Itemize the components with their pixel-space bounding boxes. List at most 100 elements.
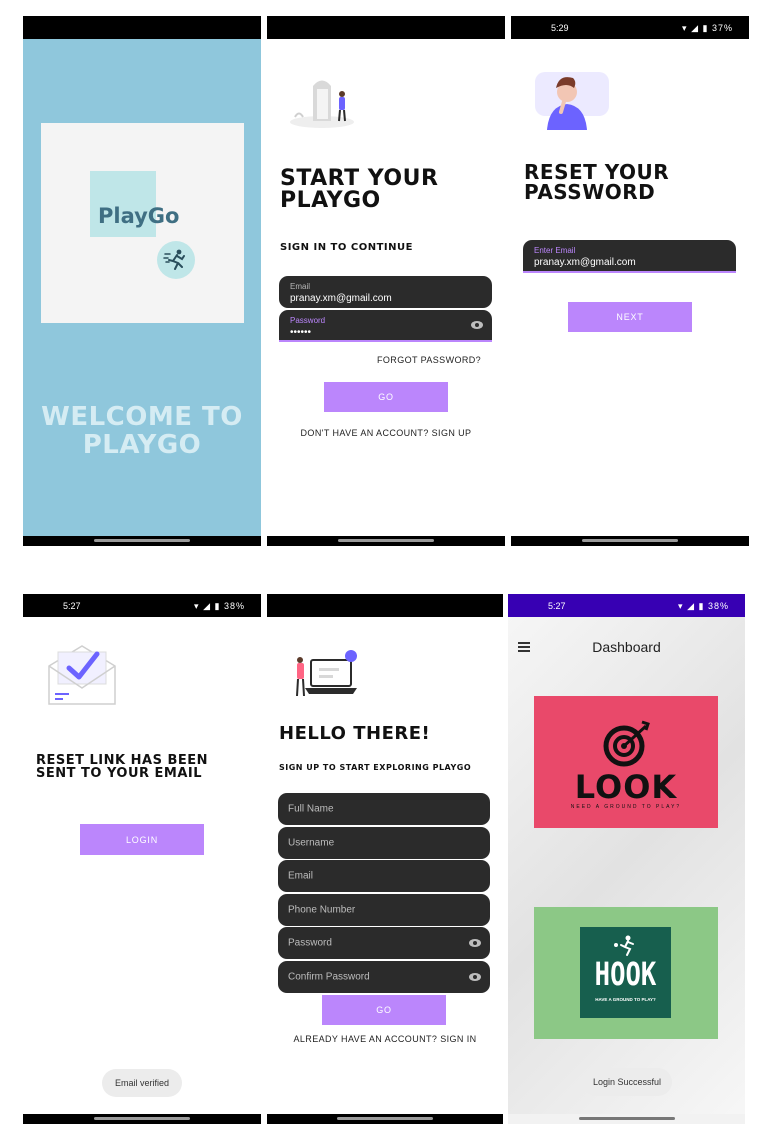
reset-email-field[interactable]: Enter Email pranay.xm@gmail.com [523,240,736,273]
home-indicator[interactable] [578,1117,675,1120]
reset-title-line-1: RESET YOUR [524,160,670,184]
confirm-password-placeholder: Confirm Password [288,971,370,983]
battery-icon: ▮ [698,601,705,611]
eye-icon[interactable] [469,973,481,981]
logo-text: PlayGo [98,204,180,228]
signin-subtitle: SIGN IN TO CONTINUE [280,242,413,253]
signin-screen: START YOUR PLAYGO SIGN IN TO CONTINUE Em… [267,16,505,546]
nav-bar [511,536,749,546]
person-thinking-illustration [529,68,611,130]
status-bar: 5:27 ▾ ◢ ▮ 38% [23,594,261,617]
status-icons: ▾ ◢ ▮ 37% [682,23,733,34]
signin-title: START YOUR PLAYGO [280,168,438,212]
battery-icon: ▮ [214,601,221,611]
password-field-label: Password [290,316,326,325]
signin-link[interactable]: ALREADY HAVE AN ACCOUNT? SIGN IN [267,1034,503,1044]
laptop-illustration [289,648,363,700]
battery-level: 38% [707,601,729,611]
signin-title-line-2: PLAYGO [280,188,381,213]
status-time: 5:29 [551,23,569,33]
wifi-icon: ▾ [678,601,684,611]
reset-email-label: Enter Email [534,246,576,255]
full-name-field[interactable]: Full Name [278,793,490,825]
welcome-title: WELCOME TO PLAYGO [23,404,261,458]
signup-link[interactable]: DON'T HAVE AN ACCOUNT? SIGN UP [267,428,505,438]
door-illustration [287,72,367,130]
home-indicator[interactable] [338,539,434,542]
status-time: 5:27 [548,601,566,611]
status-bar [267,16,505,39]
confirm-password-field[interactable]: Confirm Password [278,961,490,993]
signal-icon: ◢ [203,601,211,611]
go-button[interactable]: GO [324,382,448,412]
nav-bar [267,1114,503,1124]
battery-level: 38% [223,601,245,611]
email-field-value: pranay.xm@gmail.com [290,293,392,304]
home-indicator[interactable] [94,539,190,542]
full-name-placeholder: Full Name [288,803,334,815]
status-bar [23,16,261,39]
signup-screen: HELLO THERE! SIGN UP TO START EXPLORING … [267,594,503,1124]
look-name: LOOK [574,768,678,806]
reset-email-value: pranay.xm@gmail.com [534,257,636,268]
status-icons: ▾ ◢ ▮ 38% [194,601,245,612]
login-button[interactable]: LOGIN [80,824,204,855]
look-card[interactable]: LOOK NEED A GROUND TO PLAY? [534,696,718,828]
hook-logo: HOOK HAVE A GROUND TO PLAY? [580,927,671,1018]
splash-screen: PlayGo WELCOME TO PLAYGO [23,16,261,546]
hook-name: HOOK [594,955,657,993]
status-time: 5:27 [63,601,81,611]
reset-sent-screen: 5:27 ▾ ◢ ▮ 38% RESET LINK HAS BEEN SENT … [23,594,261,1124]
password-field[interactable]: Password •••••• [279,310,492,342]
go-button[interactable]: GO [322,995,446,1025]
next-button[interactable]: NEXT [568,302,692,332]
reset-title: RESET YOUR PASSWORD [524,162,669,202]
nav-bar [508,1114,745,1124]
welcome-line-2: PLAYGO [82,430,202,460]
nav-bar [23,536,261,546]
status-bar: 5:29 ▾ ◢ ▮ 37% [511,16,749,39]
reset-title-line-2: PASSWORD [524,180,656,204]
home-indicator[interactable] [94,1117,190,1120]
phone-number-placeholder: Phone Number [288,904,356,916]
signal-icon: ◢ [691,23,699,33]
signup-title: HELLO THERE! [279,723,431,744]
home-indicator[interactable] [337,1117,433,1120]
email-field-label: Email [290,282,311,291]
welcome-line-1: WELCOME TO [41,402,243,432]
password-field-value: •••••• [290,327,312,338]
target-icon [603,720,650,767]
email-field[interactable]: Email [278,860,490,892]
toast-email-verified: Email verified [102,1069,182,1097]
hook-card[interactable]: HOOK HAVE A GROUND TO PLAY? [534,907,718,1039]
battery-icon: ▮ [702,23,709,33]
reset-screen: 5:29 ▾ ◢ ▮ 37% RESET YOUR PASSWORD Enter… [511,16,749,546]
hook-tagline: HAVE A GROUND TO PLAY? [595,997,656,1002]
status-bar [267,594,503,617]
phone-number-field[interactable]: Phone Number [278,894,490,926]
password-placeholder: Password [288,937,332,949]
wifi-icon: ▾ [682,23,688,33]
dashboard-screen: 5:27 ▾ ◢ ▮ 38% Dashboard LOOK NEED A GRO… [508,594,745,1124]
home-indicator[interactable] [582,539,678,542]
toast-login-successful: Login Successful [582,1068,672,1096]
email-field[interactable]: Email pranay.xm@gmail.com [279,276,492,308]
eye-icon[interactable] [471,321,483,329]
battery-level: 37% [711,23,733,33]
envelope-check-icon [47,642,117,706]
wifi-icon: ▾ [194,601,200,611]
runner-icon [157,241,195,279]
look-tagline: NEED A GROUND TO PLAY? [570,804,682,810]
reset-sent-title: RESET LINK HAS BEEN SENT TO YOUR EMAIL [36,754,208,780]
logo-card: PlayGo [41,123,244,323]
signal-icon: ◢ [687,601,695,611]
username-placeholder: Username [288,837,335,849]
forgot-password-link[interactable]: FORGOT PASSWORD? [377,355,481,365]
password-field[interactable]: Password [278,927,490,959]
username-field[interactable]: Username [278,827,490,859]
nav-bar [267,536,505,546]
eye-icon[interactable] [469,939,481,947]
dashboard-title: Dashboard [592,639,661,655]
nav-bar [23,1114,261,1124]
signin-title-line-1: START YOUR [280,166,439,191]
